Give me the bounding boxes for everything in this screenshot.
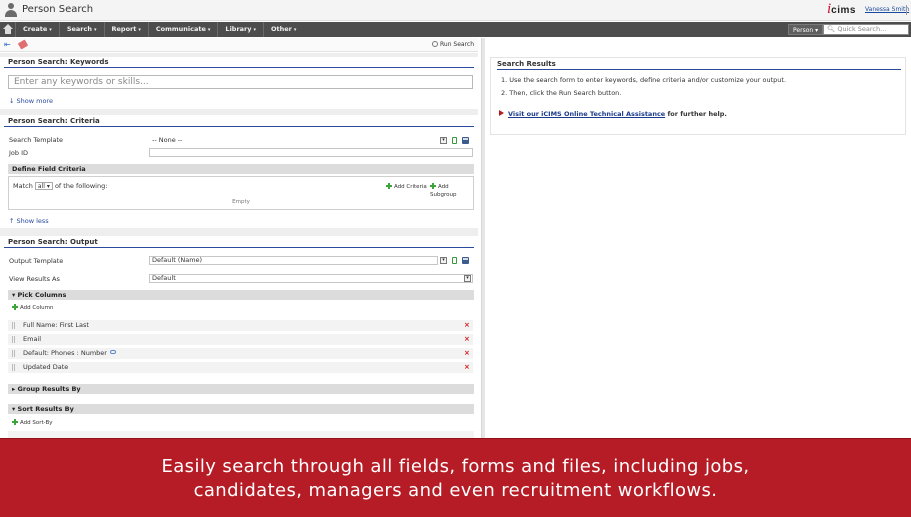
- criteria-box: Match all ▾ of the following: Add Criter…: [8, 176, 474, 210]
- chevron-down-icon: ▾: [49, 27, 52, 33]
- nav-other[interactable]: Other ▾: [263, 22, 303, 37]
- drag-handle-icon[interactable]: [12, 350, 15, 357]
- match-row: Match all ▾ of the following:: [13, 182, 108, 190]
- nav-communicate[interactable]: Communicate ▾: [147, 22, 218, 37]
- technical-assistance-link[interactable]: Visit our iCIMS Online Technical Assista…: [508, 110, 665, 118]
- search-results-panel: Search Results 1. Use the search form to…: [490, 57, 906, 135]
- add-sort-by-button[interactable]: Add Sort-By: [12, 418, 53, 426]
- group-results-by-header[interactable]: ▸ Group Results By: [8, 384, 474, 394]
- column-row[interactable]: Default: Phones : Number ×: [8, 348, 473, 359]
- collapse-icon[interactable]: ⇤: [4, 41, 11, 49]
- caption-text: Easily search through all fields, forms …: [161, 456, 750, 501]
- quick-search-input[interactable]: 🔍︎ Quick Search...: [823, 24, 909, 35]
- copy-icon[interactable]: [452, 257, 457, 264]
- help-line: Visit our iCIMS Online Technical Assista…: [499, 110, 727, 118]
- save-icon[interactable]: [462, 257, 469, 264]
- eraser-icon[interactable]: [17, 39, 29, 50]
- instruction-line: 1. Use the search form to enter keywords…: [501, 76, 787, 84]
- sort-row[interactable]: [8, 431, 474, 438]
- chevron-down-icon: ▾: [138, 27, 141, 33]
- instruction-line: 2. Then, click the Run Search button.: [501, 89, 622, 97]
- keywords-header: Person Search: Keywords: [4, 57, 474, 68]
- output-template-select[interactable]: Default (Name): [149, 256, 438, 265]
- define-field-criteria-header: Define Field Criteria: [8, 164, 474, 174]
- copy-icon[interactable]: [452, 137, 457, 144]
- divider: [0, 109, 478, 115]
- delete-icon[interactable]: ×: [464, 320, 470, 331]
- chevron-down-icon: ▾: [207, 27, 211, 33]
- output-header: Person Search: Output: [4, 237, 474, 248]
- add-subgroup-button[interactable]: Add Subgroup: [430, 182, 473, 198]
- delete-icon[interactable]: ×: [464, 348, 470, 359]
- title-separator: [906, 5, 907, 15]
- home-icon[interactable]: [3, 24, 13, 34]
- show-less-link[interactable]: ↑ Show less: [9, 217, 49, 225]
- column-row[interactable]: Full Name: First Last ×: [8, 320, 473, 331]
- criteria-empty-text: Empty: [232, 199, 250, 205]
- search-results-header: Search Results: [497, 60, 901, 70]
- panel-splitter[interactable]: [481, 38, 485, 438]
- plus-icon: [430, 183, 436, 189]
- search-template-label: Search Template: [9, 136, 64, 144]
- job-id-input[interactable]: [149, 148, 473, 157]
- output-template-label: Output Template: [9, 257, 64, 265]
- person-icon: [5, 3, 17, 17]
- chevron-down-icon[interactable]: ▾: [440, 257, 447, 264]
- show-more-link[interactable]: ↓ Show more: [9, 97, 53, 105]
- chevron-down-icon: ▾: [293, 27, 297, 33]
- search-template-select[interactable]: -- None --: [149, 136, 450, 145]
- save-icon[interactable]: [462, 137, 469, 144]
- page-title: Person Search: [22, 4, 94, 15]
- delete-icon[interactable]: ×: [464, 362, 470, 373]
- nav-library[interactable]: Library ▾: [217, 22, 263, 37]
- view-results-label: View Results As: [9, 275, 60, 283]
- caption-banner: Easily search through all fields, forms …: [0, 438, 911, 517]
- plus-icon: [12, 304, 18, 310]
- job-id-label: Job ID: [9, 149, 29, 157]
- plus-icon: [12, 419, 18, 425]
- chevron-down-icon[interactable]: ▾: [464, 275, 471, 282]
- icims-logo: icims: [827, 1, 856, 17]
- search-scope-dropdown[interactable]: Person ▾: [788, 24, 824, 35]
- sort-results-by-header[interactable]: ▾ Sort Results By: [8, 404, 474, 414]
- nav-create[interactable]: Create ▾: [15, 22, 59, 37]
- keywords-panel: Person Search: Keywords Enter any keywor…: [4, 57, 474, 109]
- chevron-down-icon[interactable]: ▾: [440, 137, 447, 144]
- arrow-icon: [499, 110, 504, 116]
- chevron-down-icon: ▾: [93, 27, 97, 33]
- search-icon: [432, 41, 438, 47]
- keywords-input[interactable]: Enter any keywords or skills...: [8, 75, 473, 89]
- drag-handle-icon[interactable]: [12, 322, 15, 329]
- criteria-panel: Person Search: Criteria Search Template …: [4, 116, 474, 228]
- column-row[interactable]: Email ×: [8, 334, 473, 345]
- user-name-link[interactable]: Vanessa Smith: [865, 6, 909, 13]
- plus-icon: [386, 183, 392, 189]
- delete-icon[interactable]: ×: [464, 334, 470, 345]
- view-results-select[interactable]: Default: [149, 274, 473, 283]
- chevron-down-icon: ▾: [253, 27, 256, 33]
- link-icon[interactable]: [109, 350, 116, 354]
- drag-handle-icon[interactable]: [12, 364, 15, 371]
- drag-handle-icon[interactable]: [12, 336, 15, 343]
- divider: [0, 228, 478, 236]
- criteria-header: Person Search: Criteria: [4, 116, 474, 127]
- search-icon: 🔍︎: [827, 25, 836, 33]
- pick-columns-header[interactable]: ▾ Pick Columns: [8, 290, 474, 300]
- main-nav: Create ▾ Search ▾ Report ▾ Communicate ▾ Lib…: [0, 22, 911, 37]
- nav-report[interactable]: Report ▾: [103, 22, 148, 37]
- column-row[interactable]: Updated Date ×: [8, 362, 473, 373]
- add-column-button[interactable]: Add Column: [12, 303, 53, 311]
- run-search-button[interactable]: Run Search: [432, 41, 474, 48]
- title-bar: Person Search icims Vanessa Smith: [0, 0, 911, 21]
- add-criteria-button[interactable]: Add Criteria: [386, 182, 427, 190]
- match-select[interactable]: all ▾: [34, 182, 53, 190]
- search-toolbar: ⇤ Run Search: [0, 38, 478, 52]
- nav-search[interactable]: Search ▾: [58, 22, 104, 37]
